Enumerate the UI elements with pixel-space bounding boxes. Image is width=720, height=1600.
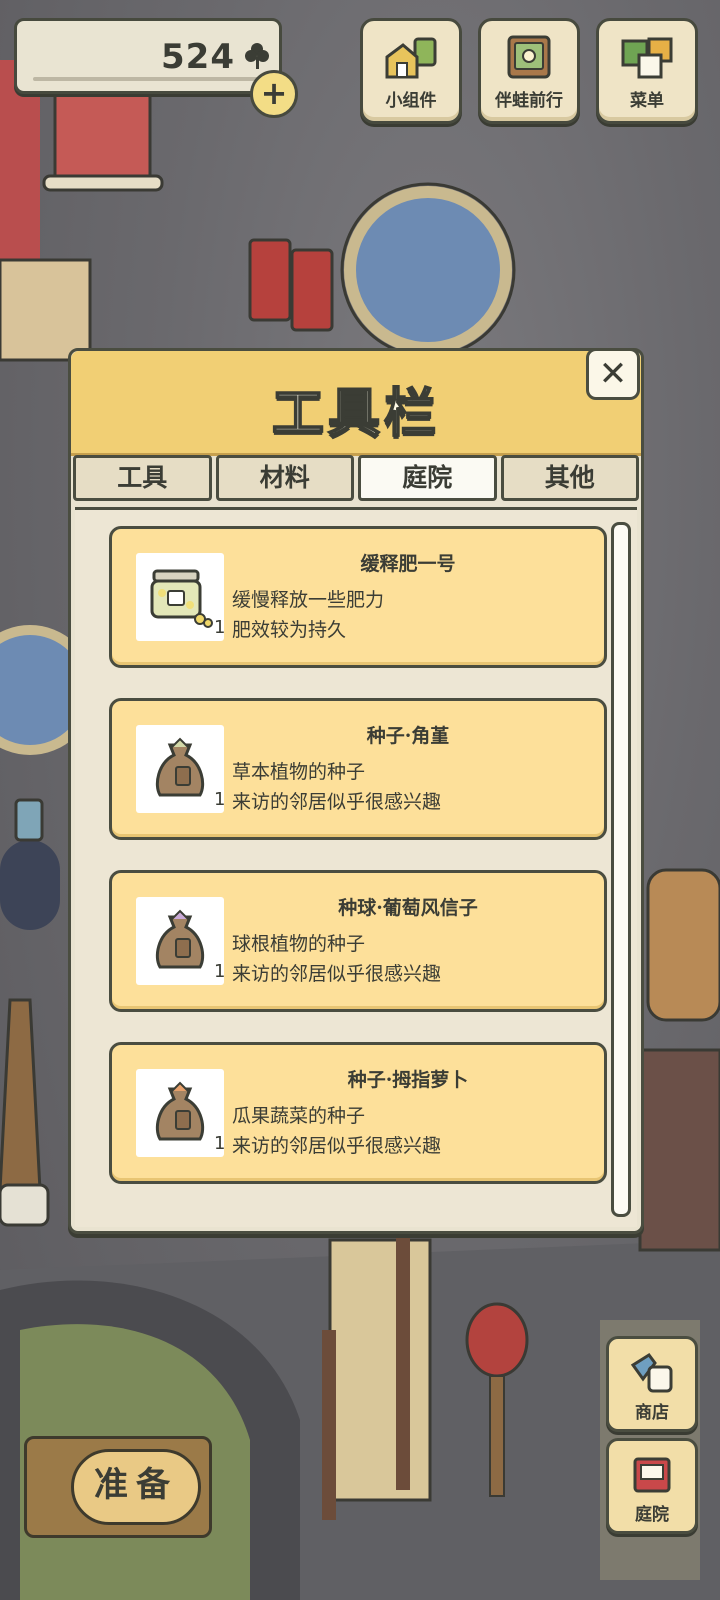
item-desc-line2: 来访的邻居似乎很感兴趣: [232, 1135, 442, 1157]
album-icon: [507, 35, 551, 79]
list-item[interactable]: 1 种子·角堇 草本植物的种子 来访的邻居似乎很感兴趣: [109, 698, 607, 840]
menu-label: 菜单: [630, 91, 664, 111]
shop-bag-icon: [630, 1352, 673, 1393]
item-quantity: 1: [214, 1133, 226, 1154]
tab-other[interactable]: 其他: [500, 455, 639, 501]
list-item[interactable]: 1 种子·拇指萝卜 瓜果蔬菜的种子 来访的邻居似乎很感兴趣: [109, 1042, 607, 1184]
item-desc-line2: 来访的邻居似乎很感兴趣: [232, 791, 442, 813]
item-description: 球根植物的种子 来访的邻居似乎很感兴趣: [232, 929, 441, 989]
yard-book-icon: [633, 1457, 671, 1493]
close-button[interactable]: ✕: [586, 348, 640, 400]
seed-bag-icon: [155, 737, 205, 797]
item-desc-line1: 草本植物的种子: [232, 761, 366, 783]
modal-title: 工具栏: [271, 383, 440, 445]
counter-underline: [33, 77, 259, 81]
clover-icon: [245, 43, 269, 69]
tab-tools[interactable]: 工具: [73, 455, 212, 501]
tab-materials[interactable]: 材料: [215, 455, 354, 501]
item-desc-line1: 缓慢释放一些肥力: [232, 589, 385, 611]
item-name: 种子·角堇: [366, 725, 450, 747]
widget-label: 小组件: [385, 91, 437, 111]
item-name: 种子·拇指萝卜: [347, 1069, 469, 1091]
menu-button[interactable]: 菜单: [596, 18, 698, 124]
item-list[interactable]: 1 缓释肥一号 缓慢释放一些肥力 肥效较为持久 1 种子·角堇 草本植物的种子 …: [75, 507, 637, 1227]
item-description: 草本植物的种子 来访的邻居似乎很感兴趣: [232, 757, 441, 817]
item-quantity: 1: [214, 961, 226, 982]
travel-label: 伴蛙前行: [495, 91, 563, 111]
item-description: 瓜果蔬菜的种子 来访的邻居似乎很感兴趣: [232, 1101, 441, 1161]
prepare-label: 准备: [71, 1449, 201, 1525]
item-desc-line2: 来访的邻居似乎很感兴趣: [232, 963, 442, 985]
clover-counter: 524: [14, 18, 282, 94]
seed-bag-icon: [155, 909, 205, 969]
item-quantity: 1: [214, 789, 226, 810]
clover-count: 524: [161, 37, 235, 77]
modal-header: 工具栏: [71, 351, 641, 456]
list-scrollbar[interactable]: [611, 522, 631, 1217]
item-thumbnail: [136, 897, 224, 985]
item-description: 缓慢释放一些肥力 肥效较为持久: [232, 585, 384, 645]
shop-label: 商店: [635, 1403, 669, 1423]
seed-bag-icon: [155, 1081, 205, 1141]
widget-button[interactable]: 小组件: [360, 18, 462, 124]
tab-bar: 工具 材料 庭院 其他: [73, 455, 639, 501]
item-name: 缓释肥一号: [360, 553, 456, 575]
item-thumbnail: [136, 1069, 224, 1157]
add-clover-button[interactable]: +: [250, 70, 298, 118]
yard-button[interactable]: 庭院: [606, 1438, 698, 1534]
item-thumbnail: [136, 725, 224, 813]
menu-icon: [621, 37, 673, 79]
item-desc-line1: 球根植物的种子: [232, 933, 366, 955]
travel-button[interactable]: 伴蛙前行: [478, 18, 580, 124]
list-item[interactable]: 1 缓释肥一号 缓慢释放一些肥力 肥效较为持久: [109, 526, 607, 668]
prepare-button[interactable]: 准备: [24, 1436, 212, 1538]
list-item[interactable]: 1 种球·葡萄风信子 球根植物的种子 来访的邻居似乎很感兴趣: [109, 870, 607, 1012]
item-quantity: 1: [214, 617, 226, 638]
item-desc-line2: 肥效较为持久: [232, 619, 347, 641]
shop-button[interactable]: 商店: [606, 1336, 698, 1432]
fertilizer-jar-icon: [150, 569, 213, 628]
item-thumbnail: [136, 553, 224, 641]
yard-label: 庭院: [635, 1505, 669, 1525]
item-desc-line1: 瓜果蔬菜的种子: [232, 1105, 366, 1127]
widget-icon: [385, 37, 437, 79]
item-name: 种球·葡萄风信子: [338, 897, 478, 919]
toolbar-modal: 工具栏 工具 材料 庭院 其他 1 缓释肥一号 缓慢释放一些肥力 肥效较为持久 …: [68, 348, 644, 1234]
tab-yard[interactable]: 庭院: [358, 455, 497, 501]
